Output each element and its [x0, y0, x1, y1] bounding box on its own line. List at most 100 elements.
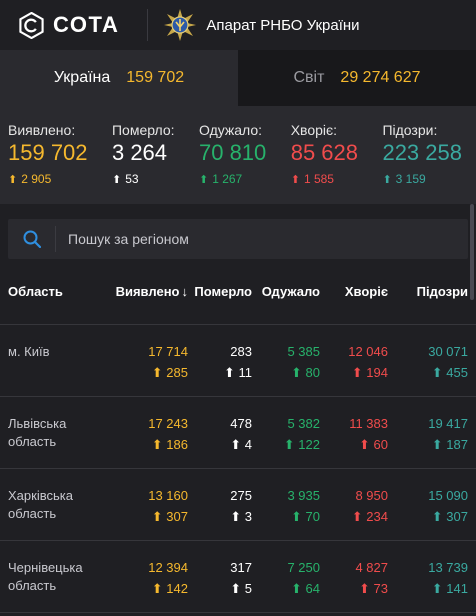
cell-value: 275: [230, 488, 252, 503]
cell-value: 19 417: [428, 416, 468, 431]
cell-value: 17 243: [148, 416, 188, 431]
cell-delta-value: 187: [446, 437, 468, 452]
stat-label: Одужало:: [198, 122, 263, 138]
cell-delta: ⬆ 186: [106, 437, 188, 453]
table-body: м. Київ 17 714 ⬆ 285 283 ⬆ 11 5 385 ⬆ 80 12…: [0, 325, 476, 613]
cell-value: 12 394: [148, 560, 188, 575]
stat-delta: ⬆ 3 159: [382, 172, 462, 186]
tab-value: 159 702: [126, 69, 185, 86]
arrow-up-icon: ⬆: [382, 173, 392, 186]
cell-delta: ⬆ 122: [252, 437, 320, 453]
col-header-sick[interactable]: Хворіє: [320, 284, 388, 299]
arrow-up-icon: ⬆: [291, 365, 306, 380]
cell-delta-value: 11: [238, 365, 253, 380]
table-row[interactable]: Чернівецька область 12 394 ⬆ 142 317 ⬆ 5 7…: [0, 541, 476, 613]
arrow-up-icon: ⬆: [230, 581, 245, 596]
cell-delta: ⬆ 11: [188, 365, 252, 381]
cell-delta: ⬆ 285: [106, 365, 188, 381]
cell-delta-value: 142: [166, 581, 188, 596]
cell-delta-value: 80: [305, 365, 320, 380]
arrow-up-icon: ⬆: [431, 509, 447, 524]
cell-delta-value: 4: [244, 437, 252, 452]
cell-delta: ⬆ 4: [188, 437, 252, 453]
sota-logo-icon: [19, 11, 44, 39]
table-row[interactable]: Харківська область 13 160 ⬆ 307 275 ⬆ 3 3 …: [0, 469, 476, 541]
stat-delta-value: 1 267: [212, 172, 243, 186]
cell-delta: ⬆ 70: [252, 509, 320, 525]
col-header-region[interactable]: Область: [8, 284, 106, 299]
tab-label: Україна: [53, 69, 111, 86]
table-row[interactable]: Львівська область 17 243 ⬆ 186 478 ⬆ 4 5 3…: [0, 397, 476, 469]
cell-delta-value: 455: [446, 365, 468, 380]
stat-confirmed: Виявлено: 159 702 ⬆ 2 905: [8, 122, 88, 204]
stat-value: 85 628: [290, 140, 359, 165]
cell-value: 8 950: [355, 488, 388, 503]
cell-delta-value: 64: [305, 581, 320, 596]
arrow-up-icon: ⬆: [431, 581, 447, 596]
cell-delta-value: 186: [166, 437, 188, 452]
cell-delta: ⬆ 3: [188, 509, 252, 525]
logo-text: СОТА: [53, 12, 120, 37]
stat-delta: ⬆ 1 585: [291, 172, 358, 186]
cell-delta-value: 234: [366, 509, 388, 524]
stat-sick: Хворіє: 85 628 ⬆ 1 585: [291, 122, 358, 204]
cell-delta: ⬆ 234: [320, 509, 388, 525]
stat-recovered: Одужало: 70 810 ⬆ 1 267: [199, 122, 266, 204]
arrow-up-icon: ⬆: [291, 509, 306, 524]
cell-delta-value: 194: [366, 365, 388, 380]
col-header-suspected[interactable]: Підозри: [388, 284, 468, 299]
cell-confirmed: 13 160 ⬆ 307: [106, 487, 188, 540]
arrow-up-icon: ⬆: [283, 437, 299, 452]
scrollbar[interactable]: [470, 204, 474, 300]
cell-deaths: 283 ⬆ 11: [188, 343, 252, 396]
cell-value: 12 046: [348, 344, 388, 359]
cell-value: 5 382: [287, 416, 320, 431]
cell-confirmed: 12 394 ⬆ 142: [106, 559, 188, 612]
cell-deaths: 478 ⬆ 4: [188, 415, 252, 468]
tab-ukraine[interactable]: Україна 159 702: [0, 50, 238, 106]
tab-label: Світ: [293, 69, 325, 86]
cell-delta: ⬆ 307: [106, 509, 188, 525]
cell-delta-value: 3: [244, 509, 252, 524]
sota-logo[interactable]: СОТА: [18, 11, 120, 39]
search-wrap: [0, 204, 476, 259]
stat-label: Підозри:: [382, 122, 438, 138]
cell-delta-value: 307: [166, 509, 188, 524]
col-header-deaths[interactable]: Померло: [188, 284, 252, 299]
cell-recovered: 5 385 ⬆ 80: [252, 343, 320, 396]
stat-suspected: Підозри: 223 258 ⬆ 3 159: [382, 122, 462, 204]
arrow-up-icon: ⬆: [198, 173, 209, 186]
cell-delta: ⬆ 5: [188, 581, 252, 597]
search-input[interactable]: [56, 231, 468, 247]
cell-delta-value: 141: [446, 581, 468, 596]
cell-delta-value: 122: [298, 437, 320, 452]
stat-delta: ⬆ 53: [112, 172, 175, 186]
cell-delta: ⬆ 64: [252, 581, 320, 597]
cell-delta: ⬆ 142: [106, 581, 188, 597]
cell-sick: 12 046 ⬆ 194: [320, 343, 388, 396]
stat-value: 70 810: [198, 140, 267, 165]
cell-delta: ⬆ 187: [388, 437, 468, 453]
stat-label: Хворіє:: [290, 122, 338, 138]
arrow-up-icon: ⬆: [359, 581, 374, 596]
header-divider: [147, 9, 149, 41]
arrow-up-icon: ⬆: [8, 173, 18, 186]
table-row[interactable]: м. Київ 17 714 ⬆ 285 283 ⬆ 11 5 385 ⬆ 80 12…: [0, 325, 476, 397]
col-header-confirmed[interactable]: Виявлено ↓: [106, 284, 188, 299]
tab-world[interactable]: Світ 29 274 627: [238, 50, 476, 106]
cell-value: 478: [230, 416, 252, 431]
org-title: Апарат РНБО України: [206, 16, 360, 34]
cell-delta: ⬆ 194: [320, 365, 388, 381]
stat-delta-value: 53: [125, 172, 139, 186]
cell-delta-value: 5: [244, 581, 252, 596]
search-icon[interactable]: [8, 226, 56, 252]
col-header-confirmed-label: Виявлено: [115, 284, 180, 299]
col-header-recovered[interactable]: Одужало: [252, 284, 320, 299]
region-name: Львівська область: [8, 416, 67, 449]
cell-value: 13 160: [148, 488, 188, 503]
stat-delta: ⬆ 2 905: [8, 172, 88, 186]
arrow-up-icon: ⬆: [151, 437, 167, 452]
cell-delta-value: 285: [166, 365, 188, 380]
stat-delta-value: 1 585: [303, 172, 334, 186]
region-name: Харківська область: [8, 488, 73, 521]
